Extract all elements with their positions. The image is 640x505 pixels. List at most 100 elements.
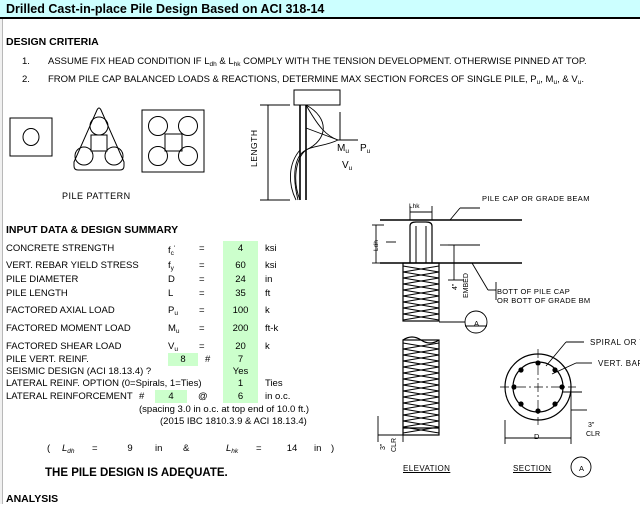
pu-subscript: u xyxy=(366,148,371,155)
lateral-reinf-option-value[interactable]: 1 xyxy=(223,377,258,390)
input-equals-4: = xyxy=(199,305,205,316)
development-ampersand: & xyxy=(183,443,190,454)
moment-label-mu: Mu xyxy=(337,143,349,157)
criteria-2-part-b: , M xyxy=(540,74,554,85)
lateral-reinf-note-2: (2015 IBC 1810.3.9 & ACI 18.13.4) xyxy=(160,416,307,427)
input-symbol-sub-1: y xyxy=(170,265,174,272)
criteria-1-sub-dh: dh xyxy=(209,61,217,68)
axial-label-pu: Pu xyxy=(360,143,370,157)
criteria-1-part-b: & L xyxy=(216,56,234,67)
lhk-unit: in xyxy=(314,443,322,454)
input-symbol-5: Mu xyxy=(168,323,180,337)
input-value-factored-shear-load[interactable]: 20 xyxy=(223,340,258,353)
input-symbol-sub-6: u xyxy=(174,346,178,353)
lhk-equals: = xyxy=(256,443,262,454)
criteria-1-sub-hk: hk xyxy=(233,61,241,68)
input-symbol-base-2: D xyxy=(168,274,175,285)
criteria-2-part-d: . xyxy=(581,74,584,85)
ldh-symbol-sub: dh xyxy=(67,448,75,455)
input-unit-2: in xyxy=(265,274,273,285)
development-close-paren: ) xyxy=(331,443,335,454)
lhk-symbol: Lhk xyxy=(226,443,238,457)
development-open-paren: ( xyxy=(47,443,51,454)
input-symbol-base-3: L xyxy=(168,288,174,299)
input-symbol-base-5: M xyxy=(168,323,176,334)
pile-pattern-diagram xyxy=(9,107,205,173)
criteria-2-part-c: , & V xyxy=(557,74,578,85)
input-equals-1: = xyxy=(199,260,205,271)
pile-force-diagram xyxy=(260,89,358,201)
input-value-factored-moment-load[interactable]: 200 xyxy=(223,322,258,335)
criteria-1-part-c: COMPLY WITH THE TENSION DEVELOPMENT. OTH… xyxy=(240,56,587,67)
elevation-title: ELEVATION xyxy=(403,464,451,473)
input-value-rebar-yield-stress[interactable]: 60 xyxy=(223,259,258,272)
input-unit-0: ksi xyxy=(265,243,277,254)
spiral-or-ties-note: SPIRAL OR TIES xyxy=(590,338,640,347)
input-value-concrete-strength[interactable]: 4 xyxy=(223,242,258,255)
section-bubble-label: A xyxy=(578,464,584,473)
input-unit-3: ft xyxy=(265,288,271,299)
criteria-2-part-a: FROM PILE CAP BALANCED LOADS & REACTIONS… xyxy=(48,74,537,85)
ldh-symbol: Ldh xyxy=(62,443,75,457)
input-symbol-sub-5: u xyxy=(175,328,180,335)
ldh-unit: in xyxy=(155,443,163,454)
input-label-5: FACTORED MOMENT LOAD xyxy=(6,323,131,334)
input-equals-5: = xyxy=(199,323,205,334)
lhk-symbol-sub: hk xyxy=(231,448,239,455)
ldh-equals: = xyxy=(92,443,98,454)
input-unit-5: ft-k xyxy=(265,323,279,334)
analysis-heading: ANALYSIS xyxy=(6,493,59,505)
pile-vert-reinf-hash: # xyxy=(205,354,211,365)
input-label-0: CONCRETE STRENGTH xyxy=(6,243,115,254)
section-title: SECTION xyxy=(513,464,552,473)
embed-dimension-label: EMBED xyxy=(463,273,470,298)
input-label-3: PILE LENGTH xyxy=(6,288,68,299)
input-equals-2: = xyxy=(199,274,205,285)
input-symbol-1: fy xyxy=(168,260,174,274)
input-equals-0: = xyxy=(199,243,205,254)
lateral-reinf-label: LATERAL REINFORCEMENT xyxy=(6,391,133,402)
pile-vert-reinf-count[interactable]: 8 xyxy=(168,353,198,366)
criteria-1-number: 1. xyxy=(22,56,30,67)
lateral-reinf-bar-size[interactable]: 4 xyxy=(155,390,187,403)
input-symbol-2: D xyxy=(168,274,175,285)
ldh-dimension-label: Ldh xyxy=(373,240,380,251)
input-label-6: FACTORED SHEAR LOAD xyxy=(6,341,122,352)
vert-bars-note: VERT. BARS xyxy=(598,359,640,368)
lateral-reinf-option-text: Ties xyxy=(265,378,283,389)
input-unit-6: k xyxy=(265,341,270,352)
lhk-dimension-label: Lhk xyxy=(409,203,420,210)
lateral-reinf-hash: # xyxy=(139,391,145,402)
elevation-clr-dimension-value: 3" xyxy=(380,443,387,450)
criteria-1-part-a: ASSUME FIX HEAD CONDITION IF L xyxy=(48,56,210,67)
elevation-section-bubble: A xyxy=(473,319,479,328)
shear-label-vu: Vu xyxy=(342,160,352,174)
vu-subscript: u xyxy=(348,165,353,172)
pu-symbol: P xyxy=(360,143,367,154)
input-value-pile-length[interactable]: 35 xyxy=(223,287,258,300)
criteria-1-text: ASSUME FIX HEAD CONDITION IF Ldh & Lhk C… xyxy=(48,56,587,70)
input-symbol-3: L xyxy=(168,288,173,299)
input-symbol-4: Pu xyxy=(168,305,178,319)
input-label-2: PILE DIAMETER xyxy=(6,274,79,285)
page-title: Drilled Cast-in-place Pile Design Based … xyxy=(6,1,325,16)
pile-vert-reinf-label: PILE VERT. REINF. xyxy=(6,354,89,365)
pile-cap-note: PILE CAP OR GRADE BEAM xyxy=(482,194,590,203)
lateral-reinf-unit: in o.c. xyxy=(265,391,291,402)
input-unit-4: k xyxy=(265,305,270,316)
mu-subscript: u xyxy=(345,148,349,155)
input-value-factored-axial-load[interactable]: 100 xyxy=(223,304,258,317)
input-label-1: VERT. REBAR YIELD STRESS xyxy=(6,260,139,271)
embed-dimension-value: 4" xyxy=(452,283,459,290)
criteria-2-text: FROM PILE CAP BALANCED LOADS & REACTIONS… xyxy=(48,74,584,88)
section-diameter-label: D xyxy=(534,432,540,441)
design-criteria-heading: DESIGN CRITERIA xyxy=(6,36,99,48)
input-symbol-sub-4: u xyxy=(174,310,178,317)
lateral-reinf-spacing[interactable]: 6 xyxy=(223,390,258,403)
row-header-gutter xyxy=(0,19,3,504)
input-symbol-sup-0: ' xyxy=(173,245,176,252)
lateral-reinf-note-1: (spacing 3.0 in o.c. at top end of 10.0 … xyxy=(139,404,310,415)
input-value-pile-diameter[interactable]: 24 xyxy=(223,273,258,286)
elevation-clr-dimension-label: CLR xyxy=(391,437,398,452)
input-symbol-0: fc' xyxy=(168,243,175,259)
